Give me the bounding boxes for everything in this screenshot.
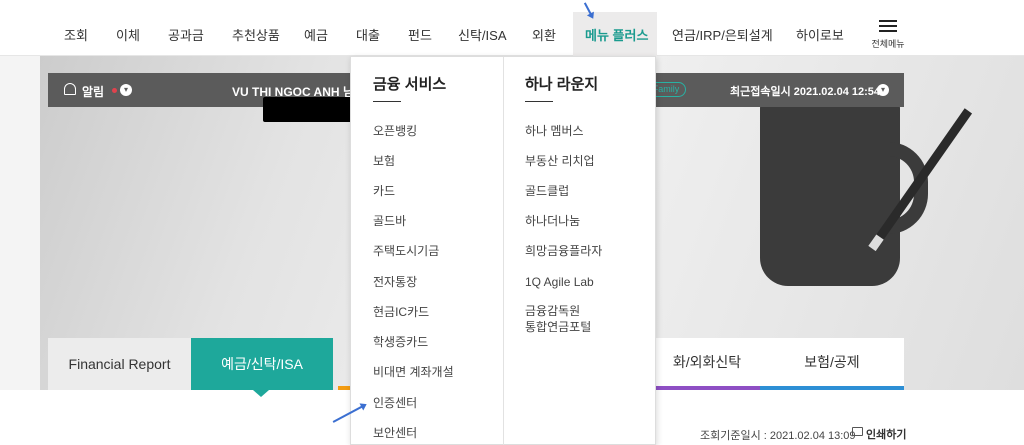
- printer-icon[interactable]: [852, 427, 863, 436]
- menu-item-certificate-center[interactable]: 인증센터: [373, 395, 417, 411]
- title-underline: [525, 101, 553, 102]
- tab-insurance[interactable]: 보험/공제: [760, 338, 904, 390]
- menu-item-1q-agile-lab[interactable]: 1Q Agile Lab: [525, 274, 594, 290]
- alarm-label[interactable]: 알림: [82, 83, 104, 100]
- redaction-block: [263, 97, 356, 122]
- new-alarm-dot: [112, 88, 117, 93]
- tab-deposit-trust-isa[interactable]: 예금/신탁/ISA: [191, 338, 333, 397]
- hamburger-icon: [879, 20, 897, 32]
- menu-item-card[interactable]: 카드: [373, 183, 395, 199]
- gnb-item-loan[interactable]: 대출: [356, 25, 380, 44]
- financial-services-title: 금융 서비스: [373, 76, 447, 93]
- dropdown-divider: [503, 57, 504, 445]
- print-button[interactable]: 인쇄하기: [866, 426, 906, 442]
- menu-item-hope-finance-plaza[interactable]: 희망금융플라자: [525, 243, 602, 259]
- gnb-item-fx[interactable]: 외환: [532, 25, 556, 44]
- gnb-item-hairobo[interactable]: 하이로보: [796, 25, 844, 44]
- menu-item-cash-ic-card[interactable]: 현금IC카드: [373, 304, 429, 320]
- menu-item-gold-bar[interactable]: 골드바: [373, 213, 406, 229]
- query-date: 조회기준일시 : 2021.02.04 13:09: [700, 430, 856, 442]
- all-menu-button[interactable]: 전체메뉴: [866, 18, 910, 52]
- bell-icon[interactable]: [64, 83, 76, 95]
- tab-fx-trust[interactable]: 화/외화신탁: [654, 338, 760, 390]
- menu-item-fss[interactable]: 금융감독원: [525, 303, 580, 319]
- last-login-time: 최근접속일시 2021.02.04 12:54: [730, 86, 881, 98]
- menu-item-hana-sharing[interactable]: 하나더나눔: [525, 213, 580, 229]
- tab-loan-underline: [338, 386, 350, 390]
- gnb-item-deposit[interactable]: 예금: [304, 25, 328, 44]
- menu-item-e-passbook[interactable]: 전자통장: [373, 274, 417, 290]
- all-menu-label: 전체메뉴: [871, 39, 905, 49]
- tab-financial-report[interactable]: Financial Report: [48, 338, 191, 390]
- menu-item-remote-account-opening[interactable]: 비대면 계좌개설: [373, 364, 454, 380]
- menu-item-hana-members[interactable]: 하나 멤버스: [525, 123, 584, 139]
- gnb-item-trust-isa[interactable]: 신탁/ISA: [458, 25, 507, 44]
- mug-image: [760, 98, 900, 286]
- menu-item-security-center[interactable]: 보안센터: [373, 425, 417, 441]
- alarm-toggle-chevron-icon[interactable]: ▾: [120, 84, 132, 96]
- menu-item-real-estate-richup[interactable]: 부동산 리치업: [525, 153, 595, 169]
- menu-item-student-id-card[interactable]: 학생증카드: [373, 334, 428, 350]
- hero-left-strip: [0, 56, 40, 390]
- menu-item-housing-fund[interactable]: 주택도시기금: [373, 243, 439, 259]
- login-info-chevron-icon[interactable]: ▾: [877, 84, 889, 96]
- menu-plus-dropdown: 금융 서비스 오픈뱅킹 보험 카드 골드바 주택도시기금 전자통장 현금IC카드…: [350, 56, 656, 445]
- gnb-item-transfer[interactable]: 이체: [116, 25, 140, 44]
- gnb-item-recommended-products[interactable]: 추천상품: [232, 25, 280, 44]
- menu-item-open-banking[interactable]: 오픈뱅킹: [373, 123, 417, 139]
- gnb-item-utility-bills[interactable]: 공과금: [168, 25, 204, 44]
- gnb-item-fund[interactable]: 펀드: [408, 25, 432, 44]
- gnb-item-menu-plus[interactable]: 메뉴 플러스: [585, 25, 648, 44]
- gnb-item-pension-irp[interactable]: 연금/IRP/은퇴설계: [672, 25, 773, 44]
- hana-lounge-title: 하나 라운지: [525, 76, 599, 93]
- global-navigation: 조회 이체 공과금 추천상품 예금 대출 펀드 신탁/ISA 외환 메뉴 플러스…: [0, 0, 1024, 56]
- title-underline: [373, 101, 401, 102]
- menu-item-insurance[interactable]: 보험: [373, 153, 395, 169]
- menu-item-gold-club[interactable]: 골드클럽: [525, 183, 569, 199]
- menu-item-pension-portal[interactable]: 통합연금포털: [525, 319, 591, 335]
- gnb-item-inquiry[interactable]: 조회: [64, 25, 88, 44]
